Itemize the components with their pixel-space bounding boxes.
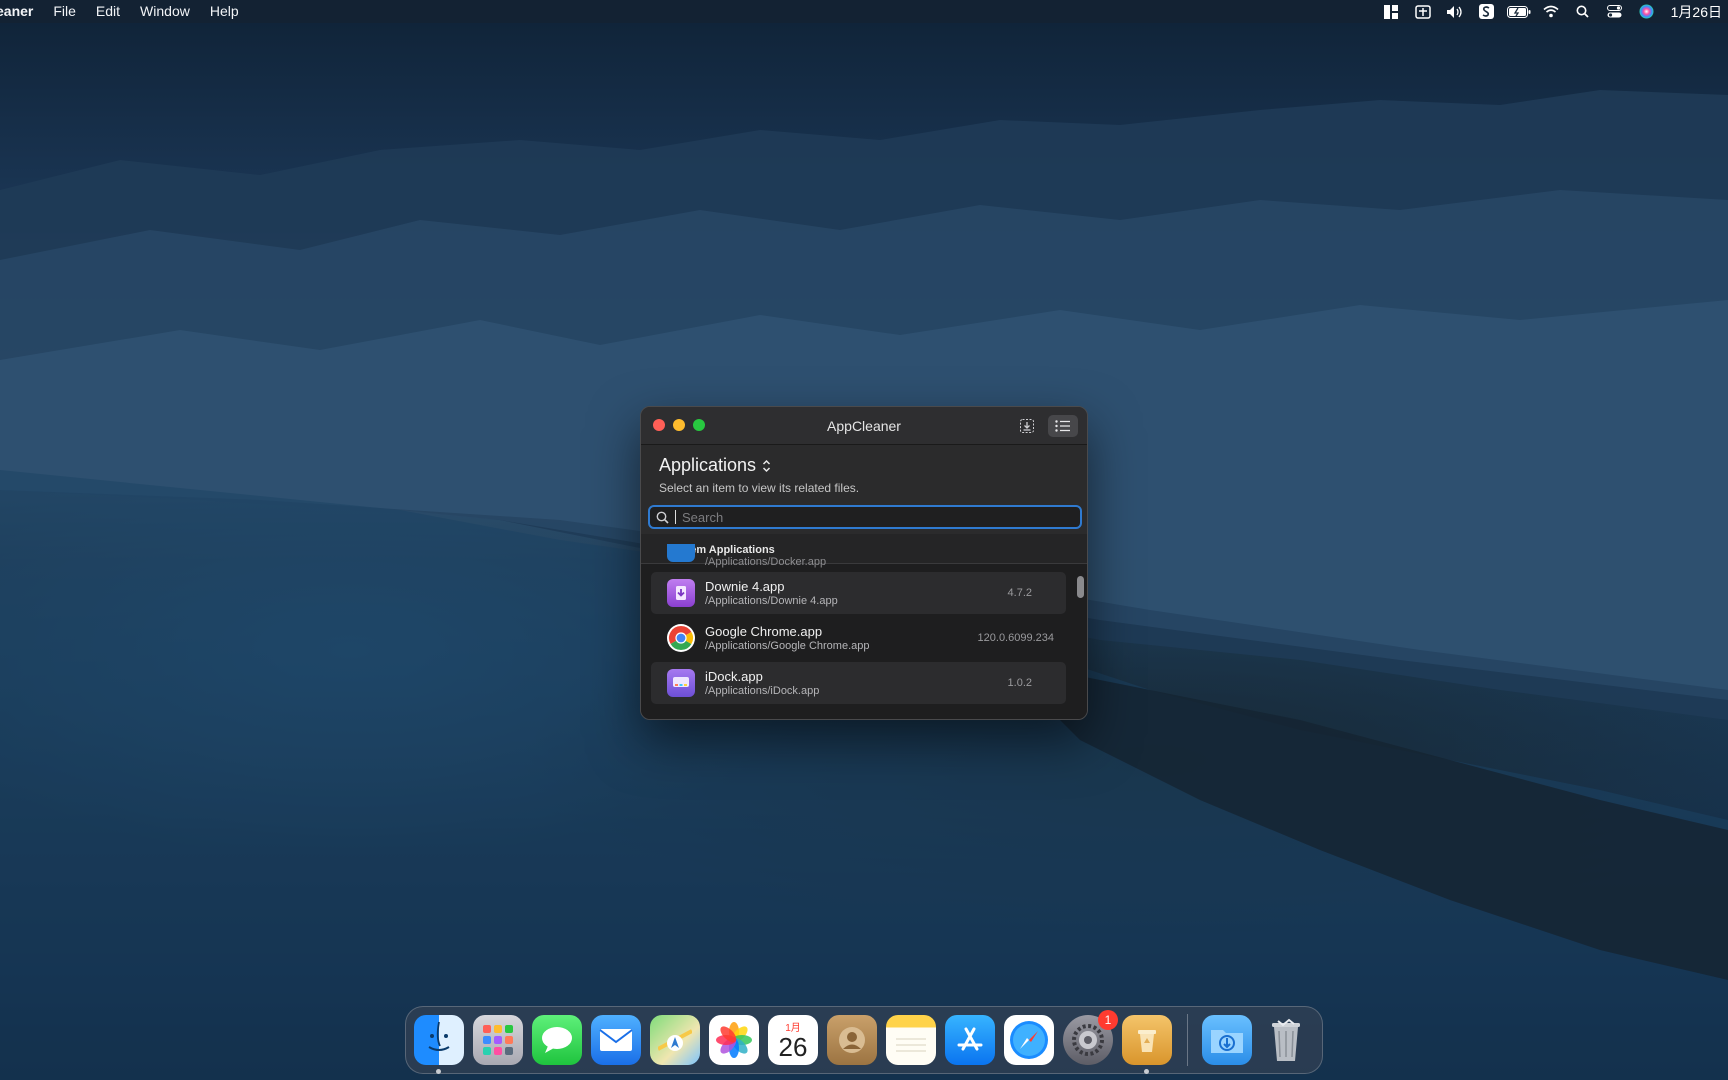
- app-path: /Applications/Docker.app: [705, 556, 827, 568]
- battery-icon[interactable]: [1503, 0, 1535, 23]
- siri-icon[interactable]: [1631, 0, 1663, 23]
- app-store-icon[interactable]: [945, 1015, 995, 1065]
- scrivener-icon[interactable]: [1471, 0, 1503, 23]
- dock: 1月 26 1: [405, 1006, 1323, 1074]
- trash-icon[interactable]: [1261, 1015, 1311, 1065]
- app-path: /Applications/Downie 4.app: [705, 595, 838, 607]
- appcleaner-window: AppCleaner Applications Select an item t…: [640, 406, 1088, 720]
- photos-icon[interactable]: [709, 1015, 759, 1065]
- list-item[interactable]: /Applications/Docker.app: [651, 544, 1066, 570]
- wifi-icon[interactable]: [1535, 0, 1567, 23]
- running-indicator: [1144, 1069, 1149, 1074]
- menu-app-name[interactable]: eaner: [0, 0, 43, 23]
- chrome-icon: [667, 624, 695, 652]
- finder-icon[interactable]: [414, 1015, 464, 1074]
- input-method-icon[interactable]: [1407, 0, 1439, 23]
- control-center-icon[interactable]: [1599, 0, 1631, 23]
- running-indicator: [436, 1069, 441, 1074]
- dock-separator: [1187, 1014, 1188, 1066]
- system-settings-icon[interactable]: 1: [1063, 1010, 1118, 1065]
- app-name: iDock.app: [705, 669, 763, 684]
- app-version: 4.7.2: [1007, 587, 1032, 599]
- calendar-icon[interactable]: 1月 26: [768, 1015, 818, 1065]
- appcleaner-icon[interactable]: [1122, 1015, 1172, 1074]
- mail-icon[interactable]: [591, 1015, 641, 1065]
- list-icon: [1055, 420, 1070, 432]
- menu-bar: eaner File Edit Window Help 1月26: [0, 0, 1728, 23]
- maps-icon[interactable]: [650, 1015, 700, 1065]
- list-item[interactable]: iDock.app /Applications/iDock.app 1.0.2: [651, 662, 1066, 704]
- downloads-folder-icon[interactable]: [1202, 1015, 1252, 1065]
- safari-icon[interactable]: [1004, 1015, 1054, 1065]
- volume-icon[interactable]: [1439, 0, 1471, 23]
- menu-file[interactable]: File: [43, 0, 86, 23]
- calendar-day: 26: [778, 1031, 808, 1062]
- contacts-icon[interactable]: [827, 1015, 877, 1065]
- search-input[interactable]: [682, 509, 1080, 525]
- menu-clock[interactable]: 1月26日: [1663, 2, 1728, 22]
- import-button[interactable]: [1012, 415, 1042, 437]
- downie-icon: [667, 579, 695, 607]
- subtitle: Select an item to view its related files…: [659, 481, 860, 495]
- import-icon: [1020, 419, 1034, 433]
- layout-icon[interactable]: [1375, 0, 1407, 23]
- notes-icon[interactable]: [886, 1015, 936, 1065]
- list-view-button[interactable]: [1048, 415, 1078, 437]
- title-bar: AppCleaner: [641, 407, 1087, 445]
- app-name: Downie 4.app: [705, 579, 785, 594]
- menu-edit[interactable]: Edit: [86, 0, 130, 23]
- notification-badge: 1: [1098, 1010, 1118, 1030]
- app-path: /Applications/iDock.app: [705, 685, 820, 697]
- search-icon: [656, 511, 669, 524]
- app-path: /Applications/Google Chrome.app: [705, 640, 870, 652]
- launchpad-icon[interactable]: [473, 1015, 523, 1065]
- search-field[interactable]: [648, 505, 1082, 529]
- application-list[interactable]: System Applications /Applications/Docker…: [641, 534, 1087, 719]
- app-version: 1.0.2: [1007, 677, 1032, 689]
- chevron-up-down-icon: [763, 459, 771, 472]
- spotlight-icon[interactable]: [1567, 0, 1599, 23]
- menu-help[interactable]: Help: [200, 0, 249, 23]
- text-caret: [675, 510, 676, 524]
- list-item[interactable]: Downie 4.app /Applications/Downie 4.app …: [651, 572, 1066, 614]
- idock-icon: [667, 669, 695, 697]
- applications-selector-label: Applications: [659, 455, 757, 475]
- menu-window[interactable]: Window: [130, 0, 200, 23]
- list-item[interactable]: Google Chrome.app /Applications/Google C…: [651, 617, 1066, 659]
- messages-icon[interactable]: [532, 1015, 582, 1065]
- app-name: Google Chrome.app: [705, 624, 823, 639]
- docker-icon: [667, 544, 695, 562]
- app-version: 120.0.6099.234: [977, 632, 1054, 644]
- list-scrollbar[interactable]: [1077, 576, 1084, 598]
- applications-selector[interactable]: Applications: [659, 455, 1069, 476]
